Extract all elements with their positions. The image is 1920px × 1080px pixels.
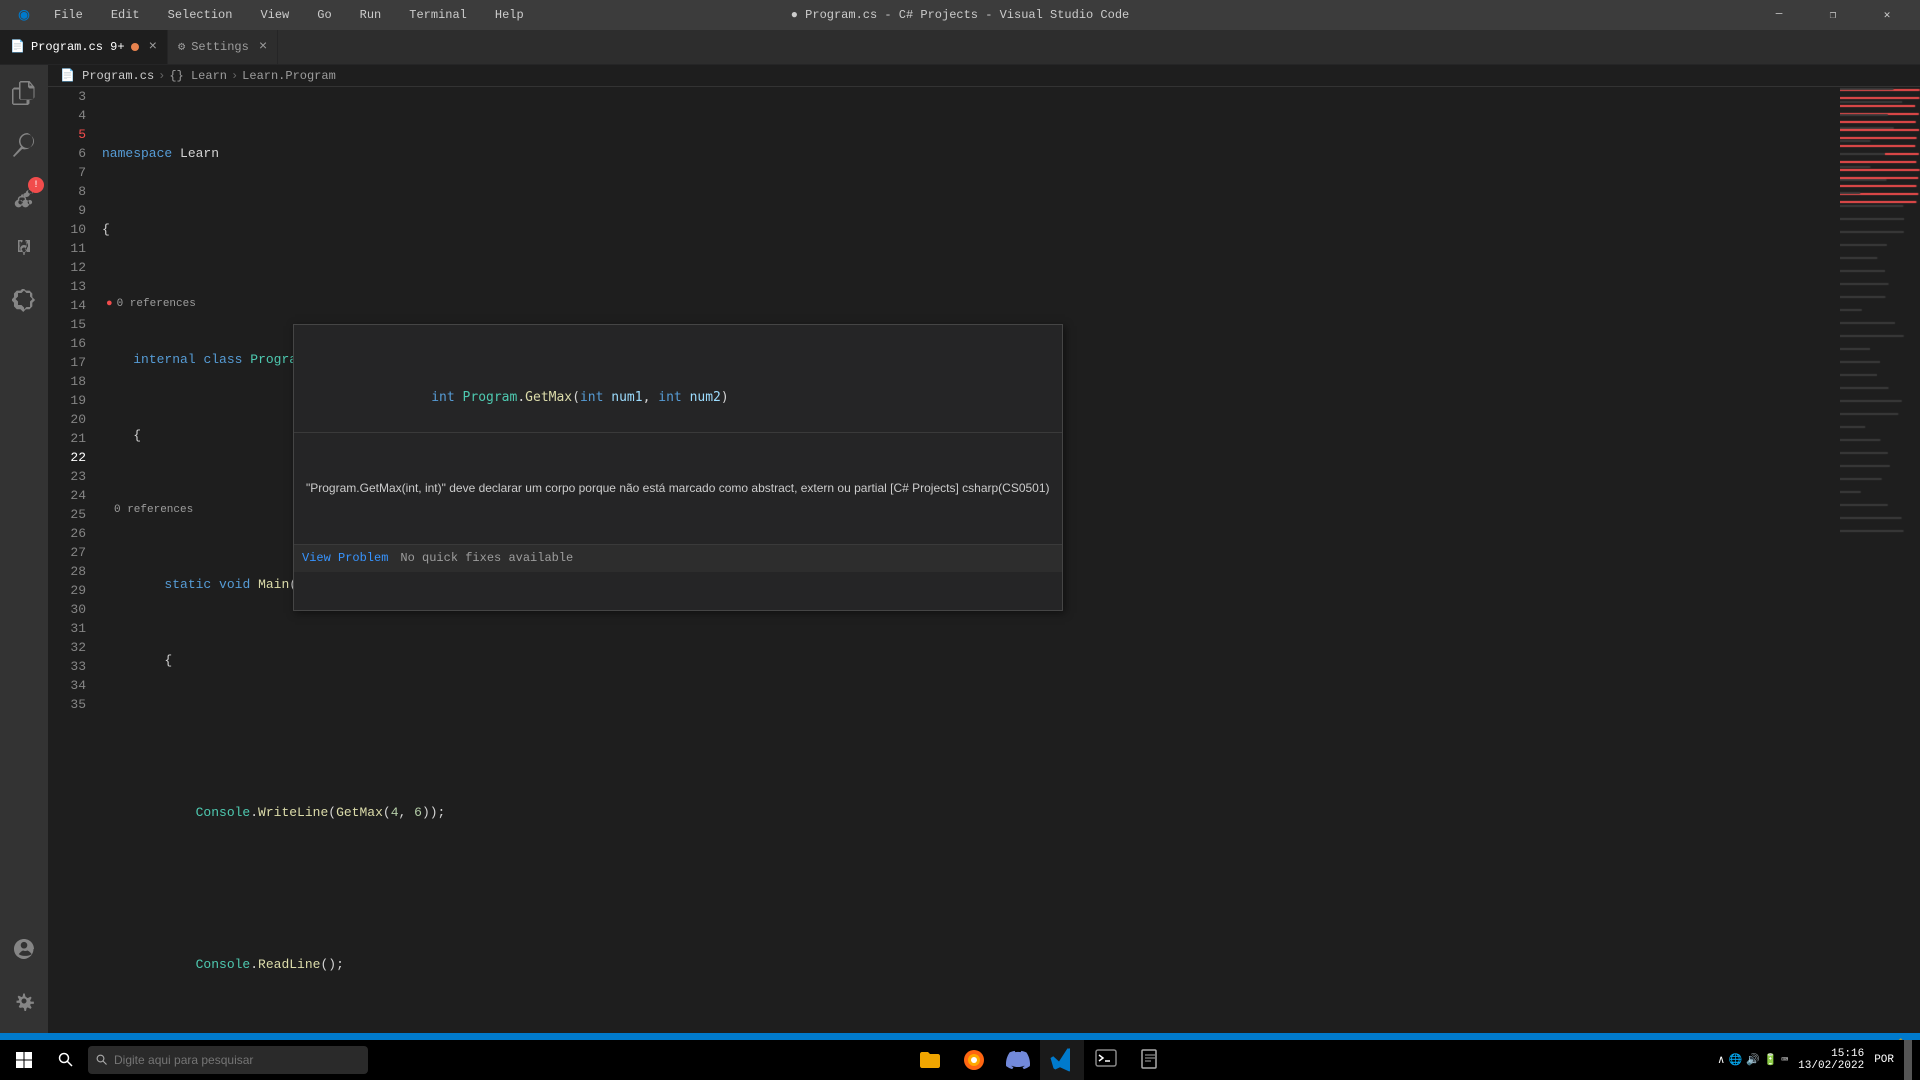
run-debug-icon[interactable]: [0, 225, 48, 273]
code-lines[interactable]: namespace Learn { ●0 references internal…: [98, 87, 1840, 1033]
clock-date: 13/02/2022: [1798, 1060, 1864, 1072]
taskbar-notes[interactable]: [1128, 1040, 1172, 1080]
breadcrumb-class[interactable]: Learn.Program: [242, 69, 336, 83]
maximize-button[interactable]: ❐: [1810, 0, 1856, 30]
tooltip-footer: View Problem No quick fixes available: [294, 544, 1062, 572]
code-line-13: }: [102, 1031, 1840, 1033]
tab-settings[interactable]: ⚙ Settings ×: [168, 29, 278, 64]
taskbar-vscode[interactable]: [1040, 1040, 1084, 1080]
taskbar-file-explorer[interactable]: [908, 1040, 952, 1080]
tab-settings-icon: ⚙: [178, 39, 185, 54]
tab-label: Program.cs 9+: [31, 40, 125, 54]
taskbar-search-box[interactable]: [88, 1046, 368, 1074]
titlebar-menu: File Edit Selection View Go Run Terminal…: [48, 6, 530, 24]
code-line-11: [102, 879, 1840, 898]
tab-file-icon: 📄: [10, 39, 25, 54]
tooltip-popup: int Program.GetMax(int num1, int num2) "…: [293, 324, 1063, 611]
account-icon[interactable]: [0, 925, 48, 973]
tabbar: 📄 Program.cs 9+ × ⚙ Settings ×: [0, 30, 1920, 65]
tray-battery: 🔋: [1764, 1053, 1778, 1067]
tab-settings-label: Settings: [191, 40, 249, 54]
tooltip-header: int Program.GetMax(int num1, int num2): [294, 363, 1062, 433]
taskbar-terminal[interactable]: [1084, 1040, 1128, 1080]
code-line-12: Console.ReadLine();: [102, 955, 1840, 974]
clock-time: 15:16: [1798, 1048, 1864, 1060]
view-problem-link[interactable]: View Problem: [302, 549, 388, 568]
language-flag: POR: [1874, 1054, 1894, 1066]
tab-program-cs[interactable]: 📄 Program.cs 9+ ×: [0, 29, 168, 64]
breadcrumb-file[interactable]: 📄 Program.cs: [60, 68, 154, 83]
menu-file[interactable]: File: [48, 6, 89, 24]
activitybar: !: [0, 65, 48, 1033]
vscode-logo: ◉: [10, 1, 38, 29]
menu-run[interactable]: Run: [354, 6, 388, 24]
taskbar-discord[interactable]: [996, 1040, 1040, 1080]
taskbar: ∧ 🌐 🔊 🔋 ⌨ 15:16 13/02/2022 POR: [0, 1040, 1920, 1080]
extensions-icon[interactable]: [0, 277, 48, 325]
search-taskbar[interactable]: [46, 1040, 86, 1080]
line-meta-5: ●0 references: [102, 296, 1840, 312]
code-line-9: [102, 727, 1840, 746]
show-desktop[interactable]: [1904, 1040, 1912, 1080]
code-line-10: Console.WriteLine(GetMax(4, 6));: [102, 803, 1840, 822]
breadcrumb-sep1: ›: [158, 69, 165, 83]
menu-selection[interactable]: Selection: [162, 6, 239, 24]
titlebar-controls: ─ ❐ ✕: [1756, 0, 1910, 30]
tab-close-button[interactable]: ×: [149, 39, 157, 55]
menu-view[interactable]: View: [254, 6, 295, 24]
breadcrumb-sep2: ›: [231, 69, 238, 83]
no-fix-label: No quick fixes available: [400, 549, 573, 568]
main-layout: ! 📄 Program.cs › {} Learn › Learn.Progra…: [0, 65, 1920, 1033]
menu-edit[interactable]: Edit: [105, 6, 146, 24]
taskbar-search-input[interactable]: [114, 1053, 344, 1067]
tab-modified-dot: [131, 43, 139, 51]
search-icon[interactable]: [0, 121, 48, 169]
editor-area: 📄 Program.cs › {} Learn › Learn.Program …: [48, 65, 1920, 1033]
titlebar-left: ◉ File Edit Selection View Go Run Termin…: [10, 1, 530, 29]
activitybar-bottom: [0, 925, 48, 1033]
close-button[interactable]: ✕: [1864, 0, 1910, 30]
error-dot: !: [28, 177, 44, 193]
windows-start-button[interactable]: [4, 1040, 44, 1080]
taskbar-left: [0, 1040, 368, 1080]
minimize-button[interactable]: ─: [1756, 0, 1802, 30]
code-line-3: namespace Learn: [102, 144, 1840, 163]
source-control-icon[interactable]: !: [0, 173, 48, 221]
taskbar-right: ∧ 🌐 🔊 🔋 ⌨ 15:16 13/02/2022 POR: [1712, 1040, 1920, 1080]
taskbar-tray: ∧ 🌐 🔊 🔋 ⌨: [1712, 1053, 1794, 1067]
titlebar: ◉ File Edit Selection View Go Run Termin…: [0, 0, 1920, 30]
settings-icon[interactable]: [0, 977, 48, 1025]
tray-keyboard: ⌨: [1782, 1053, 1789, 1067]
code-container: 3 4 5 6 7 8 9 10 11 12 13 14 15 16: [48, 87, 1840, 1033]
explorer-icon[interactable]: [0, 69, 48, 117]
menu-terminal[interactable]: Terminal: [403, 6, 473, 24]
minimap[interactable]: [1840, 87, 1920, 1033]
tray-arrow[interactable]: ∧: [1718, 1053, 1725, 1067]
code-line-8: {: [102, 651, 1840, 670]
tooltip-body: "Program.GetMax(int, int)" deve declarar…: [294, 471, 1062, 506]
code-line-4: {: [102, 220, 1840, 239]
menu-go[interactable]: Go: [311, 6, 337, 24]
tray-network: 🌐: [1728, 1053, 1742, 1067]
tab-settings-close[interactable]: ×: [259, 39, 267, 55]
taskbar-time[interactable]: 15:16 13/02/2022: [1798, 1048, 1864, 1072]
tray-volume: 🔊: [1746, 1053, 1760, 1067]
lang-indicator[interactable]: POR: [1868, 1054, 1900, 1066]
taskbar-center: [368, 1040, 1712, 1080]
taskbar-firefox[interactable]: [952, 1040, 996, 1080]
code-editor[interactable]: 3 4 5 6 7 8 9 10 11 12 13 14 15 16: [48, 87, 1840, 1033]
breadcrumb-namespace[interactable]: {} Learn: [169, 69, 227, 83]
menu-help[interactable]: Help: [489, 6, 530, 24]
line-numbers: 3 4 5 6 7 8 9 10 11 12 13 14 15 16: [48, 87, 98, 1033]
window-title: ● Program.cs - C# Projects - Visual Stud…: [791, 8, 1129, 22]
breadcrumb: 📄 Program.cs › {} Learn › Learn.Program: [48, 65, 1920, 87]
